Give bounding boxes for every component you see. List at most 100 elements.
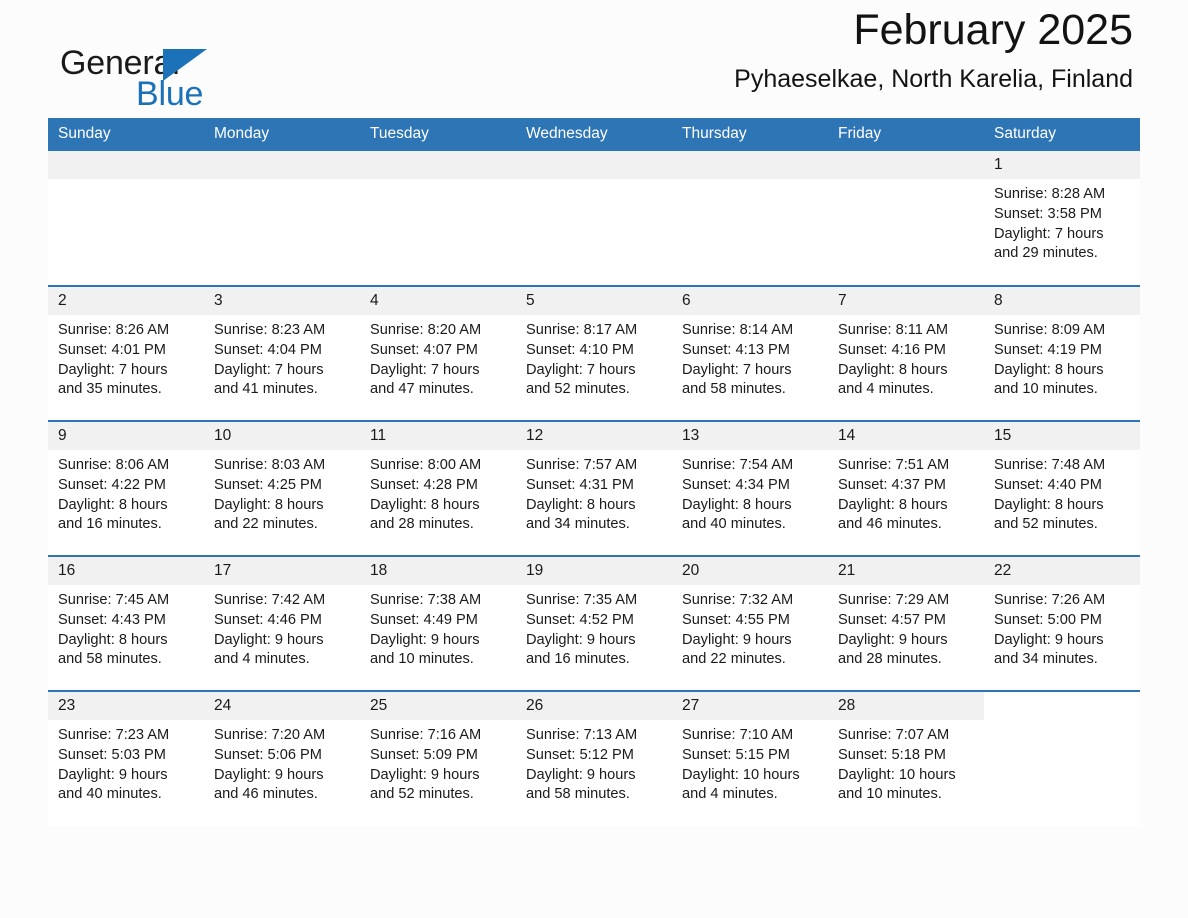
calendar-day-cell[interactable]: 6 Sunrise: 8:14 AM Sunset: 4:13 PM Daylight… [672,285,828,421]
daylight-text: Daylight: 10 hours [838,766,956,783]
calendar-day-cell[interactable]: 18 Sunrise: 7:38 AM Sunset: 4:49 PM Dayligh… [360,555,516,691]
general-blue-logo[interactable]: General Blue [60,44,320,114]
day-number: 27 [672,692,828,720]
day-details: Sunrise: 7:42 AM Sunset: 4:46 PM Daylight:… [204,585,360,670]
daylight-text: Daylight: 8 hours [58,496,168,513]
daylight-text: Daylight: 9 hours [526,631,636,648]
sunrise-text: Sunrise: 7:10 AM [682,727,794,743]
sunrise-text: Sunrise: 8:03 AM [214,457,326,473]
daylight-text-continued: and 41 minutes. [214,381,318,398]
day-details: Sunrise: 7:29 AM Sunset: 4:57 PM Daylight:… [828,585,984,670]
calendar-day-cell-empty [48,151,204,286]
sunset-text: Sunset: 5:15 PM [682,746,790,763]
day-number: 26 [516,692,672,720]
daylight-text-continued: and 28 minutes. [370,516,474,533]
daylight-text-continued: and 28 minutes. [838,651,942,668]
calendar-day-cell[interactable]: 9 Sunrise: 8:06 AM Sunset: 4:22 PM Daylight… [48,420,204,556]
day-number: 28 [828,692,984,720]
calendar-day-cell[interactable]: 3 Sunrise: 8:23 AM Sunset: 4:04 PM Daylight… [204,285,360,421]
day-number [672,151,828,179]
day-number: 14 [828,422,984,450]
page-subtitle: Pyhaeselkae, North Karelia, Finland [734,64,1133,93]
calendar-day-cell[interactable]: 16 Sunrise: 7:45 AM Sunset: 4:43 PM Dayligh… [48,555,204,691]
daylight-text-continued: and 34 minutes. [526,516,630,533]
calendar-day-cell[interactable]: 14 Sunrise: 7:51 AM Sunset: 4:37 PM Dayligh… [828,420,984,556]
daylight-text: Daylight: 10 hours [682,766,800,783]
day-details: Sunrise: 8:26 AM Sunset: 4:01 PM Daylight:… [48,315,204,400]
day-details: Sunrise: 7:13 AM Sunset: 5:12 PM Daylight:… [516,720,672,805]
day-number: 20 [672,557,828,585]
calendar-day-cell[interactable]: 8 Sunrise: 8:09 AM Sunset: 4:19 PM Daylight… [984,285,1140,421]
calendar-week-row: 9 Sunrise: 8:06 AM Sunset: 4:22 PM Daylight… [48,420,1140,556]
daylight-text-continued: and 58 minutes. [58,651,162,668]
calendar-header-row: Sunday Monday Tuesday Wednesday Thursday… [48,118,1140,151]
calendar-day-cell[interactable]: 28 Sunrise: 7:07 AM Sunset: 5:18 PM Dayligh… [828,690,984,826]
calendar-day-cell[interactable]: 24 Sunrise: 7:20 AM Sunset: 5:06 PM Dayligh… [204,690,360,826]
calendar-day-cell[interactable]: 10 Sunrise: 8:03 AM Sunset: 4:25 PM Dayligh… [204,420,360,556]
daylight-text-continued: and 10 minutes. [370,651,474,668]
day-details: Sunrise: 7:32 AM Sunset: 4:55 PM Daylight:… [672,585,828,670]
daylight-text-continued: and 40 minutes. [682,516,786,533]
title-block: February 2025 Pyhaeselkae, North Karelia… [734,6,1133,94]
calendar-day-cell[interactable]: 7 Sunrise: 8:11 AM Sunset: 4:16 PM Daylight… [828,285,984,421]
logo-text-blue: Blue [136,75,204,113]
daylight-text-continued: and 58 minutes. [526,786,630,803]
calendar-day-cell[interactable]: 12 Sunrise: 7:57 AM Sunset: 4:31 PM Dayligh… [516,420,672,556]
calendar-day-cell[interactable]: 2 Sunrise: 8:26 AM Sunset: 4:01 PM Daylight… [48,285,204,421]
daylight-text: Daylight: 9 hours [214,631,324,648]
calendar-day-cell[interactable]: 20 Sunrise: 7:32 AM Sunset: 4:55 PM Dayligh… [672,555,828,691]
sunrise-text: Sunrise: 8:11 AM [838,322,949,338]
sunrise-text: Sunrise: 7:45 AM [58,592,170,608]
daylight-text: Daylight: 8 hours [994,361,1104,378]
day-details: Sunrise: 8:23 AM Sunset: 4:04 PM Daylight:… [204,315,360,400]
sunset-text: Sunset: 4:46 PM [214,611,322,628]
day-details: Sunrise: 8:20 AM Sunset: 4:07 PM Daylight:… [360,315,516,400]
calendar-day-cell[interactable]: 15 Sunrise: 7:48 AM Sunset: 4:40 PM Dayligh… [984,420,1140,556]
calendar-day-cell[interactable]: 5 Sunrise: 8:17 AM Sunset: 4:10 PM Daylight… [516,285,672,421]
day-number: 9 [48,422,204,450]
sunset-text: Sunset: 5:06 PM [214,746,322,763]
day-number: 12 [516,422,672,450]
day-number: 4 [360,287,516,315]
calendar-day-cell[interactable]: 25 Sunrise: 7:16 AM Sunset: 5:09 PM Dayligh… [360,690,516,826]
daylight-text-continued: and 16 minutes. [526,651,630,668]
daylight-text: Daylight: 8 hours [58,631,168,648]
calendar-day-cell[interactable]: 13 Sunrise: 7:54 AM Sunset: 4:34 PM Dayligh… [672,420,828,556]
daylight-text-continued: and 29 minutes. [994,245,1098,262]
day-details: Sunrise: 8:06 AM Sunset: 4:22 PM Daylight:… [48,450,204,535]
daylight-text-continued: and 58 minutes. [682,381,786,398]
day-number: 22 [984,557,1140,585]
day-number: 10 [204,422,360,450]
sunset-text: Sunset: 5:12 PM [526,746,634,763]
day-number: 23 [48,692,204,720]
daylight-text-continued: and 47 minutes. [370,381,474,398]
calendar-day-cell[interactable]: 4 Sunrise: 8:20 AM Sunset: 4:07 PM Daylight… [360,285,516,421]
calendar-day-cell[interactable]: 22 Sunrise: 7:26 AM Sunset: 5:00 PM Dayligh… [984,555,1140,691]
calendar-day-cell[interactable]: 11 Sunrise: 8:00 AM Sunset: 4:28 PM Dayligh… [360,420,516,556]
calendar-day-cell[interactable]: 1 Sunrise: 8:28 AM Sunset: 3:58 PM Daylight… [984,151,1140,286]
calendar-day-cell[interactable]: 19 Sunrise: 7:35 AM Sunset: 4:52 PM Dayligh… [516,555,672,691]
daylight-text-continued: and 52 minutes. [994,516,1098,533]
sunrise-text: Sunrise: 8:09 AM [994,322,1106,338]
daylight-text-continued: and 10 minutes. [838,786,942,803]
sunset-text: Sunset: 5:18 PM [838,746,946,763]
calendar-day-cell[interactable]: 23 Sunrise: 7:23 AM Sunset: 5:03 PM Dayligh… [48,690,204,826]
calendar-day-cell[interactable]: 21 Sunrise: 7:29 AM Sunset: 4:57 PM Dayligh… [828,555,984,691]
day-details: Sunrise: 8:03 AM Sunset: 4:25 PM Daylight:… [204,450,360,535]
day-number: 24 [204,692,360,720]
sunrise-text: Sunrise: 7:42 AM [214,592,326,608]
sunrise-text: Sunrise: 8:06 AM [58,457,170,473]
daylight-text: Daylight: 8 hours [370,496,480,513]
calendar-day-cell[interactable]: 26 Sunrise: 7:13 AM Sunset: 5:12 PM Dayligh… [516,690,672,826]
day-details: Sunrise: 8:11 AM Sunset: 4:16 PM Daylight:… [828,315,984,400]
sunrise-text: Sunrise: 7:32 AM [682,592,794,608]
day-number [516,151,672,179]
daylight-text: Daylight: 9 hours [58,766,168,783]
calendar-day-cell[interactable]: 17 Sunrise: 7:42 AM Sunset: 4:46 PM Dayligh… [204,555,360,691]
daylight-text: Daylight: 8 hours [682,496,792,513]
calendar-day-cell[interactable]: 27 Sunrise: 7:10 AM Sunset: 5:15 PM Dayligh… [672,690,828,826]
day-details: Sunrise: 7:35 AM Sunset: 4:52 PM Daylight:… [516,585,672,670]
calendar-day-cell-empty [204,151,360,286]
sunrise-text: Sunrise: 7:16 AM [370,727,482,743]
daylight-text: Daylight: 7 hours [214,361,324,378]
